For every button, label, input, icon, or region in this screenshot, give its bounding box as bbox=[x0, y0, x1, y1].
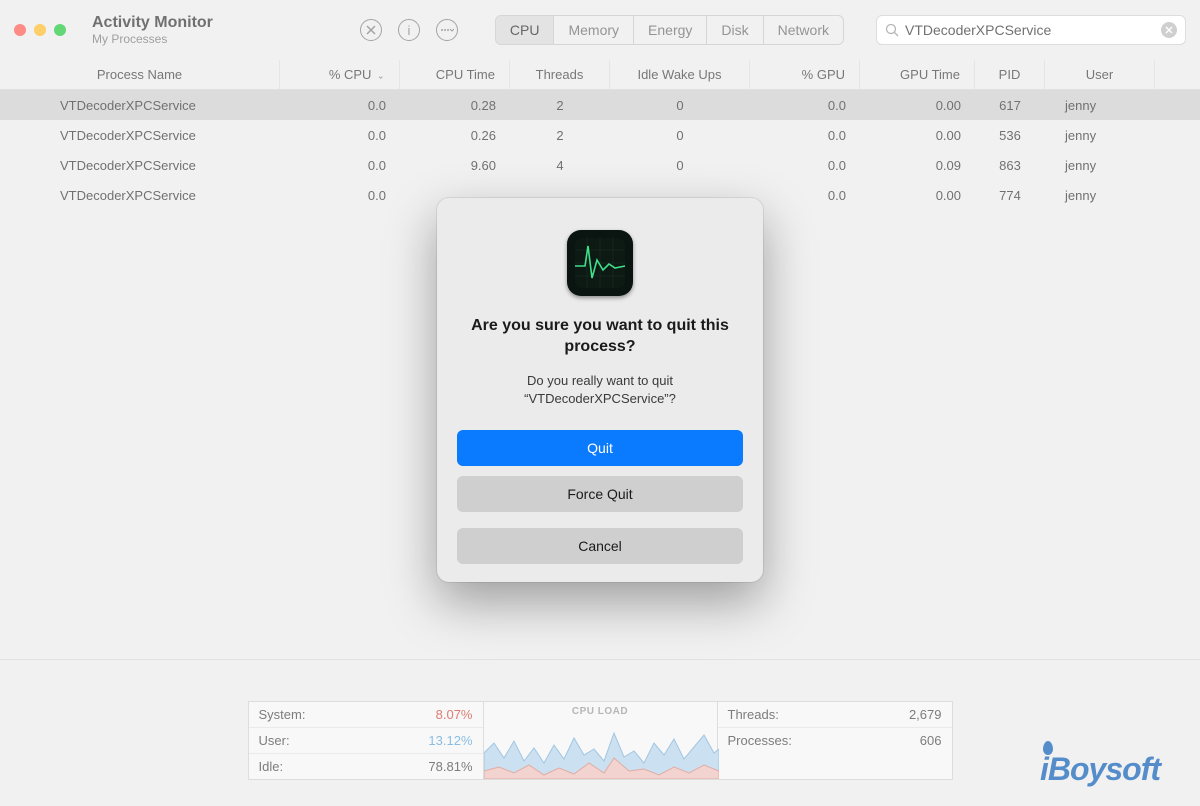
dialog-title: Are you sure you want to quit this proce… bbox=[457, 316, 743, 358]
quit-button[interactable]: Quit bbox=[457, 430, 743, 466]
quit-confirm-dialog: Are you sure you want to quit this proce… bbox=[437, 198, 763, 582]
force-quit-button[interactable]: Force Quit bbox=[457, 476, 743, 512]
modal-backdrop: Are you sure you want to quit this proce… bbox=[0, 0, 1200, 806]
activity-monitor-icon bbox=[567, 230, 633, 296]
cancel-button[interactable]: Cancel bbox=[457, 528, 743, 564]
dialog-message: Do you really want to quit “VTDecoderXPC… bbox=[457, 372, 743, 408]
